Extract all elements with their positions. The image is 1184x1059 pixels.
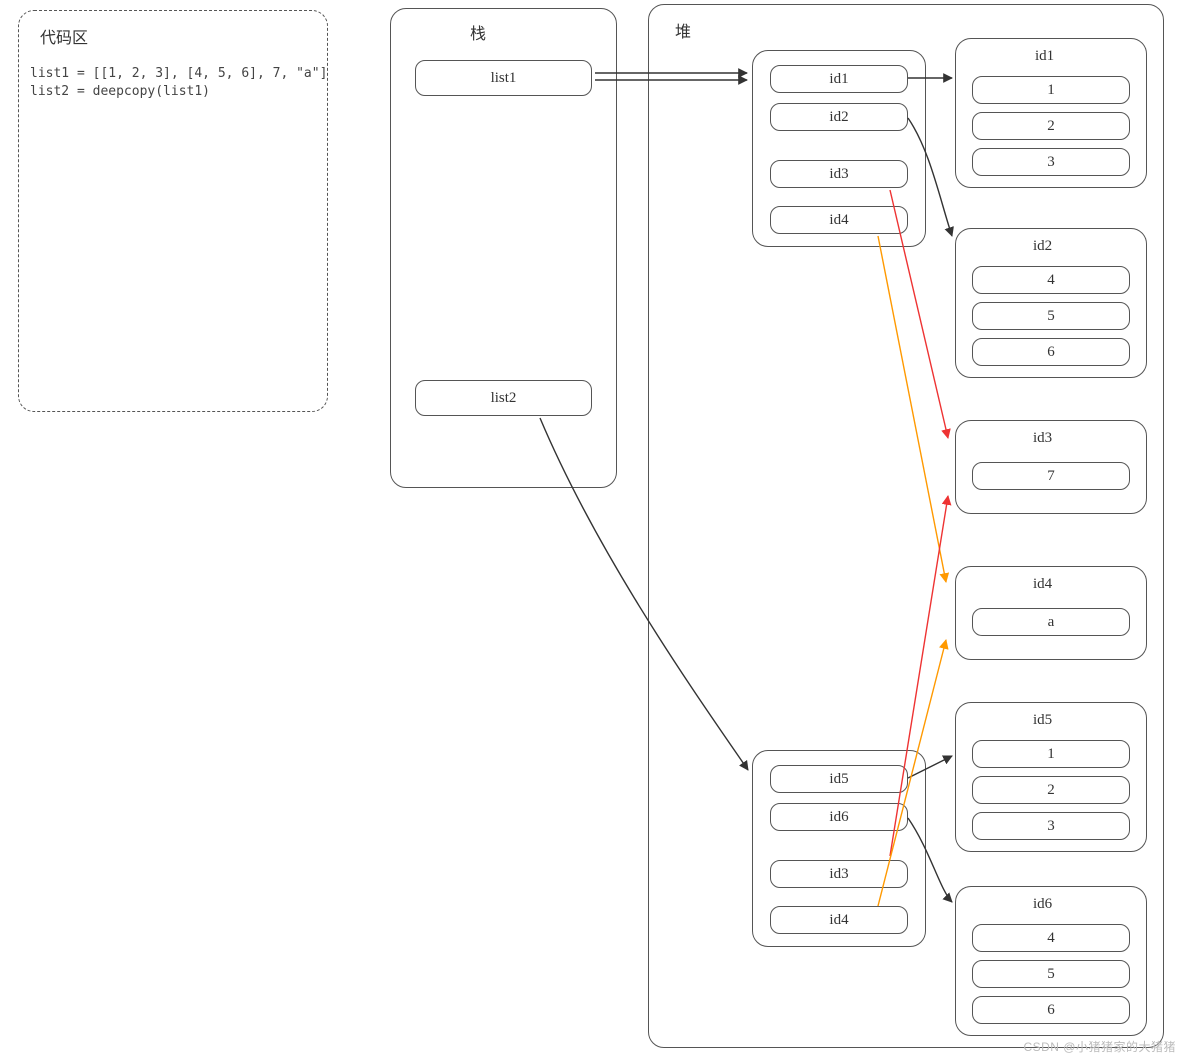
watermark: CSDN @小猪猪家的大猪猪 [1023, 1038, 1176, 1055]
heap-list-top-r2: id3 [770, 160, 908, 188]
heap-obj-id2-title: id2 [1033, 238, 1052, 255]
heap-obj-id5-v0: 1 [972, 740, 1130, 768]
heap-obj-id6-v2: 6 [972, 996, 1130, 1024]
heap-obj-id5-v1: 2 [972, 776, 1130, 804]
heap-list-bot-r3: id4 [770, 906, 908, 934]
heap-obj-id2-v2: 6 [972, 338, 1130, 366]
heap-obj-id6-title: id6 [1033, 896, 1052, 913]
heap-list-top-r3: id4 [770, 206, 908, 234]
heap-obj-id5-v2: 3 [972, 812, 1130, 840]
heap-obj-id4-v0: a [972, 608, 1130, 636]
diagram-stage: 代码区 list1 = [[1, 2, 3], [4, 5, 6], 7, "a… [0, 0, 1184, 1059]
heap-obj-id2-v0: 4 [972, 266, 1130, 294]
heap-list-bot-r1: id6 [770, 803, 908, 831]
stack-list1: list1 [415, 60, 592, 96]
heap-obj-id1-v2: 3 [972, 148, 1130, 176]
heap-title: 堆 [675, 18, 691, 42]
code-line-2: list2 = deepcopy(list1) [30, 84, 210, 99]
code-area-title: 代码区 [40, 24, 88, 48]
stack-title: 栈 [470, 20, 486, 44]
heap-list-top-r1: id2 [770, 103, 908, 131]
heap-obj-id4-title: id4 [1033, 576, 1052, 593]
heap-obj-id1-v1: 2 [972, 112, 1130, 140]
heap-list-top-r0: id1 [770, 65, 908, 93]
code-line-1: list1 = [[1, 2, 3], [4, 5, 6], 7, "a"] [30, 66, 327, 81]
heap-obj-id6-v1: 5 [972, 960, 1130, 988]
heap-obj-id2-v1: 5 [972, 302, 1130, 330]
heap-list-bot-r0: id5 [770, 765, 908, 793]
heap-list-bot-r2: id3 [770, 860, 908, 888]
heap-obj-id5-title: id5 [1033, 712, 1052, 729]
heap-obj-id3-title: id3 [1033, 430, 1052, 447]
heap-obj-id6-v0: 4 [972, 924, 1130, 952]
heap-obj-id1-title: id1 [1035, 48, 1054, 65]
stack-list2: list2 [415, 380, 592, 416]
heap-obj-id3-v0: 7 [972, 462, 1130, 490]
heap-obj-id1-v0: 1 [972, 76, 1130, 104]
